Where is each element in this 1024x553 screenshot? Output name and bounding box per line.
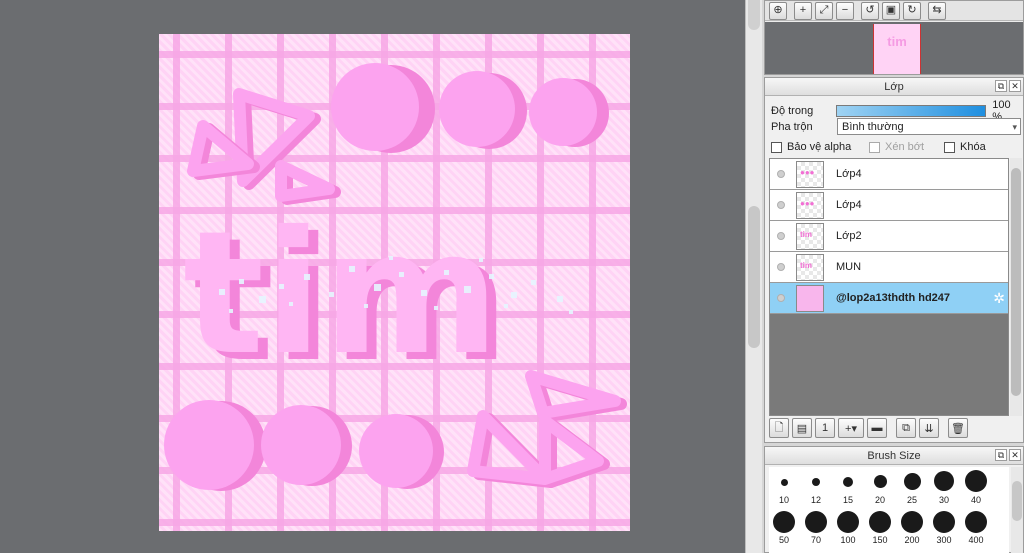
layer-thumbnail: tim — [796, 253, 824, 281]
blend-mode-select[interactable]: Bình thường ▾ — [837, 118, 1021, 135]
layer-toolbar: 🗋 ▤ 1 +▾ ▬ ⧉ ⇊ 🗑 — [769, 418, 968, 438]
scrollbar-thumb[interactable] — [748, 206, 760, 348]
brush-size-option[interactable]: 200 — [897, 507, 927, 547]
close-icon[interactable]: ✕ — [1009, 80, 1021, 92]
brush-size-option[interactable]: 70 — [801, 507, 831, 547]
brush-size-option[interactable]: 20 — [865, 467, 895, 507]
fit-window-icon[interactable]: ▣ — [882, 1, 900, 20]
panel-title-text: Lớp — [884, 81, 904, 93]
layer-name: Lớp4 — [836, 199, 862, 211]
checkbox-box[interactable] — [944, 141, 955, 153]
right-dock: ⊕ + ⤢ − ↺ ▣ ↻ ⇆ tim Lớp ⧉ ✕ Độ trong 100 … — [762, 0, 1024, 553]
clipping-checkbox: Xén bớt — [869, 141, 944, 153]
layer-thumbnail — [796, 284, 824, 312]
lock-checkbox[interactable]: Khóa — [944, 141, 986, 153]
brush-size-option[interactable]: 25 — [897, 467, 927, 507]
layer-panel: Lớp ⧉ ✕ Độ trong 100 % Pha trộn Bình thườ… — [764, 77, 1024, 443]
lock-label: Khóa — [960, 141, 986, 153]
brush-size-option[interactable]: 30 — [929, 467, 959, 507]
layer-panel-title: Lớp ⧉ ✕ — [765, 78, 1023, 96]
brush-size-option[interactable]: 10 — [769, 467, 799, 507]
brush-size-option[interactable]: 400 — [961, 507, 991, 547]
merge-layer-icon[interactable]: ⇊ — [919, 418, 939, 438]
visibility-icon[interactable] — [770, 294, 792, 302]
layer-row[interactable]: ●●● Lớp4 — [770, 190, 1008, 221]
art-word: tim — [183, 195, 500, 393]
layer-list[interactable]: ●●● Lớp4 ●●● Lớp4 tim Lớp2 tim MUN @lop2… — [769, 158, 1009, 416]
layer-options: Bảo vệ alpha Xén bớt Khóa — [771, 141, 986, 153]
chevron-down-icon: ▾ — [1012, 122, 1017, 132]
layer-name: Lớp2 — [836, 230, 862, 242]
blend-row: Pha trộn Bình thường ▾ — [771, 118, 1021, 135]
rotate-left-icon[interactable]: ↺ — [861, 1, 879, 20]
zoom-plus-icon[interactable]: + — [794, 1, 812, 20]
navigator-toolbar: ⊕ + ⤢ − ↺ ▣ ↻ ⇆ — [765, 1, 1023, 21]
checkbox-box[interactable] — [771, 141, 782, 153]
opacity-slider[interactable] — [836, 105, 987, 117]
brush-size-option[interactable]: 300 — [929, 507, 959, 547]
layer-thumbnail: ●●● — [796, 160, 824, 188]
brush-panel-title: Brush Size ⧉ ✕ — [765, 447, 1023, 465]
top-circles — [331, 63, 609, 153]
visibility-icon[interactable] — [770, 170, 792, 178]
brush-panel-scrollbar[interactable] — [1011, 467, 1023, 553]
opacity-label: Độ trong — [771, 105, 814, 117]
brush-size-panel: Brush Size ⧉ ✕ 10 12 15 20 25 30 40 50 70… — [764, 446, 1024, 553]
close-icon[interactable]: ✕ — [1009, 449, 1021, 461]
layer-thumbnail: ●●● — [796, 191, 824, 219]
workspace-scrollbar[interactable] — [745, 0, 762, 553]
delete-layer-icon[interactable]: 🗑 — [948, 418, 968, 438]
bottom-circles — [164, 400, 444, 491]
scrollbar-thumb[interactable] — [1012, 481, 1022, 521]
protect-alpha-checkbox[interactable]: Bảo vệ alpha — [771, 141, 869, 153]
visibility-icon[interactable] — [770, 232, 792, 240]
layer-list-scrollbar[interactable] — [1010, 158, 1022, 416]
canvas-artwork: tim tim — [164, 63, 627, 491]
flip-icon[interactable]: ⇆ — [928, 1, 946, 20]
protect-alpha-label: Bảo vệ alpha — [787, 141, 852, 153]
new-one-bit-layer-icon[interactable]: 1 — [815, 418, 835, 438]
layer-row-selected[interactable]: @lop2a13thdth hd247 ✲ — [770, 283, 1008, 314]
undock-icon[interactable]: ⧉ — [995, 449, 1007, 461]
brush-size-option[interactable]: 100 — [833, 507, 863, 547]
copy-layer-icon[interactable]: ⧉ — [896, 418, 916, 438]
brush-size-grid: 10 12 15 20 25 30 40 50 70 100 150 200 3… — [769, 467, 1009, 553]
add-layer-dropdown-icon[interactable]: +▾ — [838, 418, 864, 438]
folder-icon[interactable]: ▬ — [867, 418, 887, 438]
layer-name: MUN — [836, 261, 862, 273]
blend-mode-value: Bình thường — [842, 121, 904, 133]
visibility-icon[interactable] — [770, 201, 792, 209]
layer-row[interactable]: ●●● Lớp4 — [770, 159, 1008, 190]
brush-size-option[interactable]: 40 — [961, 467, 991, 507]
visibility-icon[interactable] — [770, 263, 792, 271]
layer-name: Lớp4 — [836, 168, 862, 180]
layer-name: @lop2a13thdth hd247 — [836, 292, 951, 304]
brush-size-option[interactable]: 12 — [801, 467, 831, 507]
rotate-right-icon[interactable]: ↻ — [903, 1, 921, 20]
panel-title-text: Brush Size — [867, 450, 921, 462]
blend-label: Pha trộn — [771, 120, 813, 133]
zoom-minus-icon[interactable]: − — [836, 1, 854, 20]
layer-thumbnail: tim — [796, 222, 824, 250]
checkbox-box — [869, 141, 880, 153]
brush-size-option[interactable]: 50 — [769, 507, 799, 547]
navigator-thumbnail: tim — [873, 24, 921, 74]
scrollbar-top — [748, 0, 760, 30]
brush-size-option[interactable]: 15 — [833, 467, 863, 507]
clipping-label: Xén bớt — [885, 141, 925, 153]
layer-row[interactable]: tim Lớp2 — [770, 221, 1008, 252]
scrollbar-thumb[interactable] — [1011, 168, 1021, 396]
undock-icon[interactable]: ⧉ — [995, 80, 1007, 92]
gear-icon[interactable]: ✲ — [993, 290, 1005, 307]
zoom-in-icon[interactable]: ⊕ — [769, 1, 787, 20]
brush-size-option[interactable]: 150 — [865, 507, 895, 547]
navigator-panel: ⊕ + ⤢ − ↺ ▣ ↻ ⇆ tim — [764, 0, 1024, 75]
canvas-workspace[interactable]: tim tim — [0, 0, 745, 553]
new-paint-layer-icon[interactable]: ▤ — [792, 418, 812, 438]
new-color-layer-icon[interactable]: 🗋 — [769, 418, 789, 438]
layer-row[interactable]: tim MUN — [770, 252, 1008, 283]
fit-icon[interactable]: ⤢ — [815, 1, 833, 20]
drawing-canvas[interactable]: tim tim — [159, 34, 630, 531]
navigator-preview[interactable]: tim — [765, 22, 1023, 74]
